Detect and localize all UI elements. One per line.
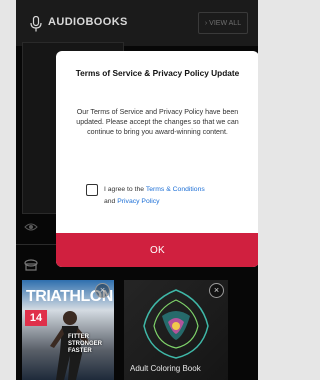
cover-number: 14 <box>25 310 47 326</box>
cover-title: Adult Coloring Book <box>130 364 201 373</box>
book-cover-coloring[interactable]: Adult Coloring Book × <box>124 280 228 380</box>
and-text: and <box>104 198 116 205</box>
app-screen: AUDIOBOOKS › VIEW ALL TRIATHLON 14 FITTE… <box>16 0 258 380</box>
section-title: AUDIOBOOKS <box>48 16 128 28</box>
magazine-icon <box>24 259 38 271</box>
dialog-message: Our Terms of Service and Privacy Policy … <box>76 108 239 136</box>
audiobooks-header: AUDIOBOOKS › VIEW ALL <box>16 0 258 46</box>
close-icon[interactable]: × <box>209 283 224 298</box>
agree-prefix: I agree to the <box>104 186 145 193</box>
magazine-cover-triathlon[interactable]: TRIATHLON 14 FITTER STRONGER FASTER × <box>22 280 114 380</box>
dialog-title: Terms of Service & Privacy Policy Update <box>75 68 240 78</box>
cover-headline: FITTER STRONGER FASTER <box>68 334 103 354</box>
close-icon[interactable]: × <box>95 283 110 298</box>
ok-button[interactable]: OK <box>56 233 258 267</box>
agree-label: I agree to the Terms & Conditions and Pr… <box>104 184 244 208</box>
view-all-button[interactable]: › VIEW ALL <box>198 12 248 34</box>
microphone-icon <box>30 16 42 32</box>
eye-icon[interactable] <box>24 222 38 232</box>
coloring-art-image <box>143 289 209 359</box>
terms-update-dialog: Terms of Service & Privacy Policy Update… <box>56 51 258 267</box>
agree-checkbox[interactable] <box>86 184 98 196</box>
terms-link[interactable]: Terms & Conditions <box>146 186 205 193</box>
privacy-link[interactable]: Privacy Policy <box>117 198 159 205</box>
